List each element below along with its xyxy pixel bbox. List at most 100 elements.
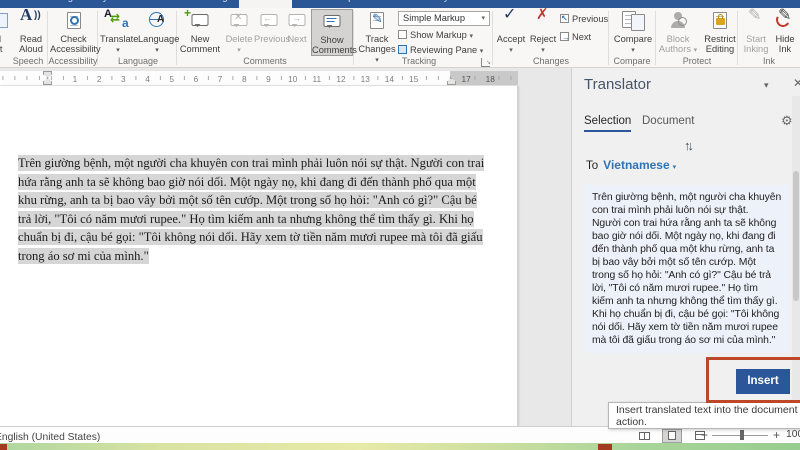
- accept-button[interactable]: ✓ Accept▾: [496, 9, 526, 56]
- group-label-protect: Protect: [657, 56, 737, 67]
- accept-icon: ✓: [496, 9, 526, 33]
- document-text: Trên giường bệnh, một người cha khuyên c…: [18, 154, 510, 265]
- group-label-comments: Comments: [178, 56, 352, 67]
- markup-view-dropdown[interactable]: Simple Markup▾: [398, 11, 490, 26]
- zoom-slider-thumb[interactable]: [740, 430, 744, 440]
- show-markup-button[interactable]: Show Markup ▾: [398, 29, 473, 42]
- ruler-number: 18: [478, 72, 502, 86]
- reject-button[interactable]: ✗ Reject▾: [528, 9, 558, 56]
- ruler-number: 7: [208, 72, 232, 86]
- tab-document[interactable]: Document: [642, 115, 694, 127]
- tracking-dialog-launcher[interactable]: [481, 58, 490, 67]
- compare-icon: [612, 9, 654, 33]
- ribbon-tab[interactable]: Mailings: [190, 0, 239, 8]
- document-line: hứa rằng anh ta sẽ không bao giờ nói dối…: [18, 173, 510, 192]
- target-language-dropdown[interactable]: Vietnamese▾: [603, 158, 676, 172]
- language-status[interactable]: English (United States): [0, 427, 170, 443]
- document-line: chuẩn bị đi, cậu bé gọi: "Tôi không nói …: [18, 228, 510, 247]
- ruler-number: 11: [305, 72, 329, 86]
- gear-icon[interactable]: ⚙: [781, 113, 793, 129]
- print-layout-button[interactable]: [662, 429, 682, 443]
- translation-output[interactable]: Trên giường bệnh, một người cha khuyênco…: [583, 185, 788, 353]
- group-label-tracking: Tracking: [356, 56, 482, 67]
- ribbon-tab[interactable]: View: [292, 0, 326, 8]
- selected-text[interactable]: Trên giường bệnh, một người cha khuyên c…: [18, 155, 484, 171]
- word-count-button[interactable]: Word Count: [0, 9, 13, 56]
- ruler-number: 9: [256, 72, 280, 86]
- document-page[interactable]: Trên giường bệnh, một người cha khuyên c…: [0, 86, 518, 426]
- document-line: trả lời, "Tôi có năm mươi rupee." Họ tìm…: [18, 210, 510, 229]
- read-mode-button[interactable]: [634, 429, 654, 443]
- selected-text[interactable]: chuẩn bị đi, cậu bé gọi: "Tôi không nói …: [18, 229, 483, 245]
- translate-button[interactable]: A ⇄ a Translate ▾: [100, 9, 136, 56]
- read-aloud-button[interactable]: A )) Read Aloud: [14, 9, 48, 56]
- ribbon-tab[interactable]: References: [128, 0, 191, 8]
- track-changes-button[interactable]: ✎ Track Changes ▾: [357, 9, 397, 56]
- ruler-number: 17: [454, 72, 478, 86]
- zoom-level[interactable]: 100%: [786, 427, 800, 443]
- next-change-button[interactable]: →Next: [560, 31, 591, 44]
- ruler-number: 3: [111, 72, 135, 86]
- show-comments-button[interactable]: Show Comments: [311, 9, 353, 56]
- group-label-changes: Changes: [495, 56, 607, 67]
- start-inking-icon: ✎: [742, 9, 770, 33]
- ribbon-review: Word Count A )) Read Aloud Check Accessi…: [0, 8, 800, 68]
- block-authors-button: Block Authors ▾: [658, 9, 698, 56]
- language-globe-icon: A: [138, 9, 176, 33]
- delete-comment-button: ✕ Delete ▾: [224, 9, 254, 56]
- restrict-editing-button[interactable]: Restrict Editing: [700, 9, 740, 56]
- word-window: InsertDesignLayoutReferencesMailings Rev…: [0, 0, 800, 450]
- new-comment-button[interactable]: + New Comment: [178, 9, 222, 56]
- pane-title: Translator: [584, 76, 651, 93]
- tell-me-box[interactable]: Tell me what you want to do: [360, 0, 505, 8]
- ribbon-tab[interactable]: Design: [42, 0, 86, 8]
- previous-comment-icon: ←: [254, 9, 284, 33]
- group-label-compare: Compare: [610, 56, 654, 67]
- tab-selection[interactable]: Selection: [584, 115, 631, 132]
- read-aloud-icon: A )): [14, 9, 48, 33]
- translation-line: đến thành phố qua một khu rừng, anh ta: [592, 243, 779, 256]
- ribbon-tab-review[interactable]: Review: [239, 0, 292, 8]
- group-label-speech: Speech: [8, 56, 48, 67]
- selected-text[interactable]: trả lời, "Tôi có năm mươi rupee." Họ tìm…: [18, 211, 474, 227]
- check-accessibility-button[interactable]: Check Accessibility: [50, 9, 97, 56]
- block-authors-icon: [658, 9, 698, 33]
- translation-line: kiếm anh ta nhưng không thể tìm thấy gì.: [592, 295, 779, 308]
- language-button[interactable]: A Language ▾: [138, 9, 176, 56]
- pane-menu-caret-icon[interactable]: ▾: [764, 80, 769, 91]
- bottom-strip: [0, 443, 800, 450]
- ruler-number: 13: [353, 72, 377, 86]
- ribbon-tab[interactable]: Help: [327, 0, 361, 8]
- ribbon-tab[interactable]: Layout: [85, 0, 128, 8]
- group-divider: [353, 11, 354, 65]
- swap-languages-icon[interactable]: ↑↓: [684, 138, 691, 153]
- hide-ink-icon: ✎: [771, 9, 799, 33]
- start-inking-button: ✎ Start Inking: [742, 9, 770, 56]
- restrict-editing-icon: [700, 9, 740, 33]
- pane-scrollbar-thumb[interactable]: [793, 171, 799, 301]
- translation-line: nói dối. Hãy xem tờ tiền năm mươi rupee: [592, 321, 779, 334]
- translation-line: bao giờ nói dối. Một ngày nọ, khi đang đ…: [592, 230, 779, 243]
- selected-text[interactable]: hứa rằng anh ta sẽ không bao giờ nói dối…: [18, 174, 476, 190]
- next-comment-icon: →: [284, 9, 310, 33]
- track-changes-icon: ✎: [357, 9, 397, 33]
- hide-ink-button[interactable]: ✎ Hide Ink: [771, 9, 799, 56]
- pane-close-icon[interactable]: ✕: [793, 76, 800, 90]
- print-layout-icon: [668, 431, 676, 440]
- zoom-out-button[interactable]: −: [701, 428, 708, 442]
- previous-change-button[interactable]: ↖Previous: [560, 13, 608, 26]
- ruler-number: 12: [329, 72, 353, 86]
- next-comment-button: → Next: [284, 9, 310, 56]
- group-label-language: Language: [100, 56, 176, 67]
- show-comments-icon: [312, 10, 352, 34]
- translation-line: Khi họ chuẩn bị đi, cậu bé gọi: "Tôi khô…: [592, 308, 779, 321]
- tooltip-line2: action.: [616, 417, 800, 429]
- selected-text[interactable]: khu rừng, anh ta bị bao vây bởi một số t…: [18, 192, 477, 208]
- document-line: khu rừng, anh ta bị bao vây bởi một số t…: [18, 191, 510, 210]
- zoom-in-button[interactable]: +: [773, 428, 780, 442]
- bottom-strip-marker: [0, 444, 7, 450]
- document-line: Trên giường bệnh, một người cha khuyên c…: [18, 154, 510, 173]
- compare-button[interactable]: Compare▾: [612, 9, 654, 56]
- ruler-number: 6: [184, 72, 208, 86]
- selected-text[interactable]: trong áo sơ mi của mình.": [18, 248, 149, 264]
